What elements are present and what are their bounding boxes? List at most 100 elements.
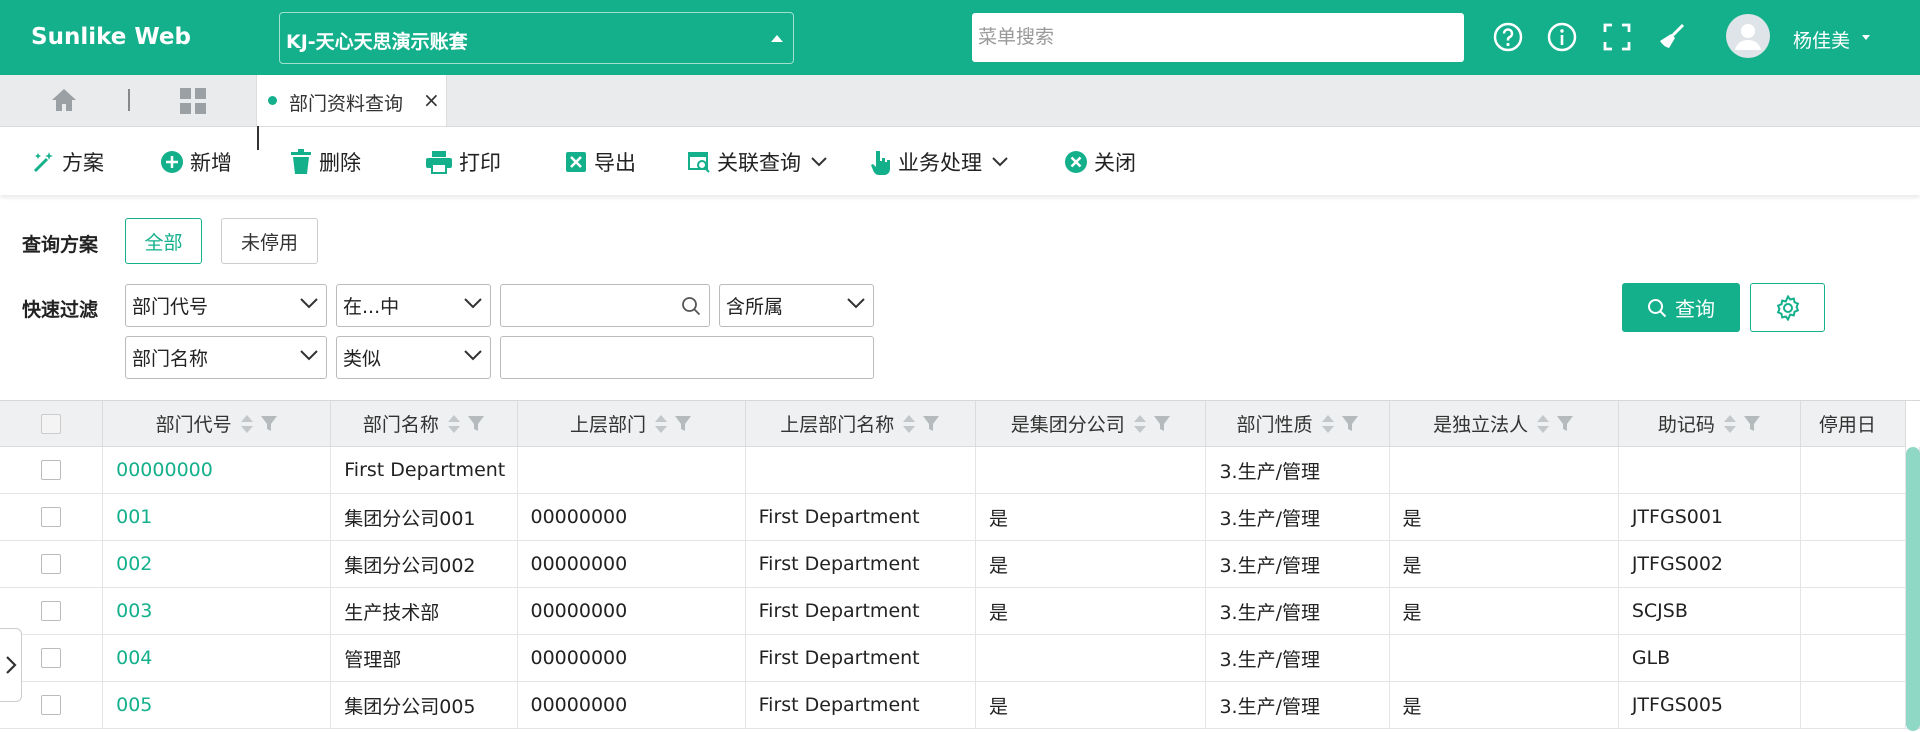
business-process-button[interactable]: 业务处理	[870, 147, 1008, 177]
filter-icon[interactable]	[1556, 415, 1574, 433]
row-checkbox[interactable]	[41, 554, 62, 574]
account-selector[interactable]: KJ-天心天思演示账套	[279, 12, 794, 64]
filter-value-input-1[interactable]	[500, 284, 710, 327]
query-button[interactable]: 查询	[1622, 283, 1740, 332]
column-header[interactable]: 是集团分公司	[975, 401, 1207, 447]
vertical-scrollbar[interactable]	[1906, 447, 1920, 731]
user-name[interactable]: 杨佳美	[1793, 26, 1850, 53]
row-select-cell[interactable]	[0, 446, 104, 494]
table-row[interactable]: 004 管理部 00000000 First Department 3.生产/管理 GLB	[0, 634, 1920, 682]
search-icon	[1648, 298, 1667, 317]
department-code-link[interactable]: 001	[102, 493, 332, 541]
column-header[interactable]: 部门性质	[1205, 401, 1390, 447]
tab-department-query[interactable]: 部门资料查询 ×	[256, 75, 447, 126]
filter-icon[interactable]	[922, 415, 940, 433]
related-query-button[interactable]: 关联查询	[687, 147, 827, 177]
department-code-link[interactable]: 005	[102, 681, 332, 729]
delete-label: 删除	[319, 151, 361, 175]
print-button[interactable]: 打印	[425, 147, 501, 177]
row-checkbox[interactable]	[41, 695, 62, 715]
column-header[interactable]: 上层部门名称	[745, 401, 977, 447]
table-row[interactable]: 001 集团分公司001 00000000 First Department 是 3.生产…	[0, 493, 1920, 541]
table-cell: 00000000	[517, 493, 746, 541]
chevron-right-icon	[5, 656, 17, 674]
sort-icon[interactable]	[1723, 414, 1737, 434]
filter-icon[interactable]	[1153, 415, 1171, 433]
filter-icon[interactable]	[260, 415, 278, 433]
sort-icon[interactable]	[447, 414, 461, 434]
filter-field-select-1[interactable]: 部门代号	[125, 284, 327, 327]
column-header-label: 上层部门名称	[780, 414, 895, 436]
table-row[interactable]: 005 集团分公司005 00000000 First Department 是 3.生产…	[0, 681, 1920, 729]
table-row[interactable]: 00000000 First Department 3.生产/管理	[0, 446, 1920, 494]
scheme-active-button[interactable]: 未停用	[221, 218, 318, 264]
select-all-checkbox[interactable]	[41, 413, 62, 434]
home-icon[interactable]	[50, 87, 78, 113]
row-checkbox[interactable]	[41, 601, 62, 621]
info-icon[interactable]	[1546, 21, 1578, 53]
add-button[interactable]: 新增	[160, 147, 232, 177]
filter-operator-select-2[interactable]: 类似	[336, 336, 491, 379]
column-header[interactable]: 部门代号	[102, 401, 332, 447]
department-grid: 部门代号 部门名称 上层部门 上层部门名称 是集团分公司 部门性质 是独立法人 …	[0, 400, 1920, 732]
column-header[interactable]: 助记码	[1618, 401, 1801, 447]
filter-icon[interactable]	[1743, 415, 1761, 433]
table-cell: 00000000	[517, 587, 746, 635]
sort-icon[interactable]	[654, 414, 668, 434]
sort-icon[interactable]	[240, 414, 254, 434]
column-header[interactable]: 部门名称	[330, 401, 518, 447]
table-cell	[517, 446, 746, 494]
row-checkbox[interactable]	[41, 460, 62, 480]
table-cell: 00000000	[517, 540, 746, 588]
sort-icon[interactable]	[902, 414, 916, 434]
search-icon[interactable]	[681, 296, 701, 316]
avatar[interactable]	[1726, 14, 1770, 58]
row-select-cell[interactable]	[0, 493, 104, 541]
filter-icon[interactable]	[1341, 415, 1359, 433]
user-caret-icon[interactable]	[1862, 35, 1870, 40]
table-row[interactable]: 002 集团分公司002 00000000 First Department 是 3.生产…	[0, 540, 1920, 588]
scheme-all-button[interactable]: 全部	[125, 218, 202, 264]
close-circle-icon	[1065, 151, 1087, 173]
delete-button[interactable]: 删除	[289, 147, 361, 177]
table-cell: 是	[1389, 587, 1619, 635]
help-icon[interactable]	[1492, 21, 1524, 53]
table-row[interactable]: 003 生产技术部 00000000 First Department 是 3.生产/管理…	[0, 587, 1920, 635]
column-header[interactable]: 是独立法人	[1389, 401, 1619, 447]
filter-value-input-2[interactable]	[500, 336, 874, 379]
row-checkbox[interactable]	[41, 507, 62, 527]
filter-scope-select[interactable]: 含所属	[719, 284, 874, 327]
apps-grid-icon[interactable]	[179, 87, 207, 115]
filter-field-select-2[interactable]: 部门名称	[125, 336, 327, 379]
scheme-button[interactable]: 方案	[32, 147, 104, 177]
close-tab-icon[interactable]: ×	[423, 88, 440, 112]
sort-icon[interactable]	[1133, 414, 1147, 434]
side-panel-toggle[interactable]	[0, 628, 22, 702]
broom-icon[interactable]	[1656, 21, 1688, 53]
column-header[interactable]: 停用日	[1800, 401, 1907, 447]
menu-search-input[interactable]	[972, 13, 1464, 62]
department-code-link[interactable]: 002	[102, 540, 332, 588]
brand-logo: Sunlike Web	[31, 24, 191, 50]
chevron-down-icon	[300, 298, 318, 309]
filter-icon[interactable]	[467, 415, 485, 433]
export-label: 导出	[594, 151, 636, 175]
sort-icon[interactable]	[1321, 414, 1335, 434]
fullscreen-icon[interactable]	[1601, 21, 1633, 53]
export-button[interactable]: 导出	[564, 147, 636, 177]
select-all-cell[interactable]	[0, 401, 104, 447]
column-header[interactable]: 上层部门	[517, 401, 746, 447]
department-code-link[interactable]: 004	[102, 634, 332, 682]
row-checkbox[interactable]	[41, 648, 62, 668]
department-code-link[interactable]: 00000000	[102, 446, 332, 494]
table-cell	[1800, 634, 1907, 682]
query-settings-button[interactable]	[1750, 283, 1825, 332]
department-code-link[interactable]: 003	[102, 587, 332, 635]
filter-icon[interactable]	[674, 415, 692, 433]
close-button[interactable]: 关闭	[1064, 147, 1136, 177]
row-select-cell[interactable]	[0, 540, 104, 588]
table-cell: JTFGS001	[1618, 493, 1801, 541]
filter-operator-select-1[interactable]: 在...中	[336, 284, 491, 327]
table-cell	[1800, 540, 1907, 588]
sort-icon[interactable]	[1536, 414, 1550, 434]
